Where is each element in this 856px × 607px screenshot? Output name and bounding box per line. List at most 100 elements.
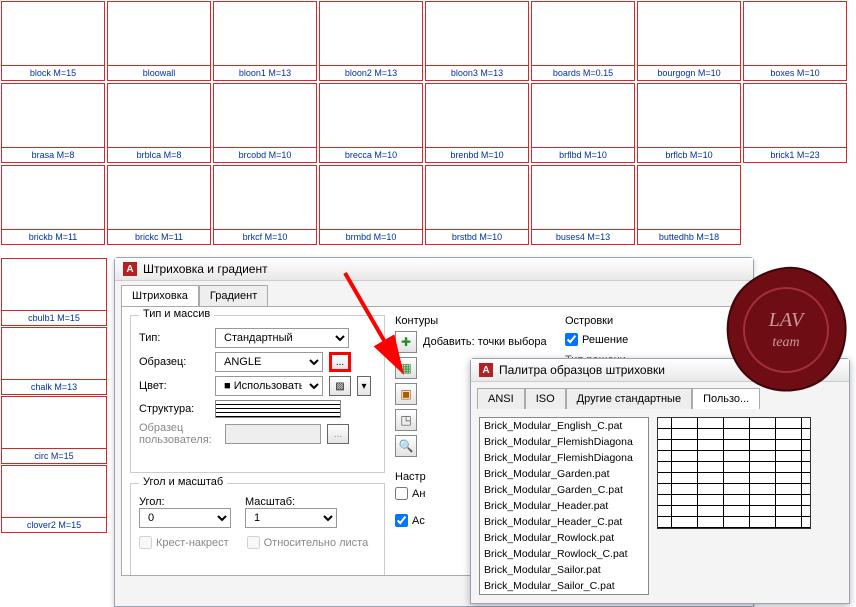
swatch-label: block M=15 [30, 66, 76, 80]
pattern-list-item[interactable]: Brick_Modular_Screen.pat [480, 594, 648, 595]
pattern-swatch[interactable]: brick1 M=23 [743, 83, 847, 163]
pattern-swatch[interactable]: cbulb1 M=15 [1, 258, 107, 326]
swatch-label: brflbd M=10 [559, 148, 607, 162]
add-points-label: Добавить: точки выбора [423, 336, 547, 348]
swatch-label: buttedhb M=18 [659, 230, 719, 244]
userpat-label: Образец пользователя: [139, 422, 219, 446]
group-type-title: Тип и массив [139, 308, 214, 320]
pattern-swatch[interactable]: clover2 M=15 [1, 465, 107, 533]
pattern-list-item[interactable]: Brick_Modular_FlemishDiagona [480, 434, 648, 450]
pattern-list-item[interactable]: Brick_Modular_Header_C.pat [480, 514, 648, 530]
pattern-list-item[interactable]: Brick_Modular_FlemishDiagona [480, 450, 648, 466]
pattern-list-item[interactable]: Brick_Modular_Sailor.pat [480, 562, 648, 578]
pattern-list-item[interactable]: Brick_Modular_Garden.pat [480, 466, 648, 482]
pattern-list-item[interactable]: Brick_Modular_Sailor_C.pat [480, 578, 648, 594]
pattern-swatch[interactable]: brecca M=10 [319, 83, 423, 163]
remove-button[interactable]: ▣ [395, 383, 417, 405]
recreate-button[interactable]: ◳ [395, 409, 417, 431]
palette-tab-ansi[interactable]: ANSI [477, 388, 525, 409]
pattern-preview [657, 417, 811, 529]
swatch-label: brasa M=8 [32, 148, 75, 162]
pattern-swatch[interactable]: circ M=15 [1, 396, 107, 464]
add-objects-button[interactable]: ▦ [395, 357, 417, 379]
swatch-label: brkcf M=10 [243, 230, 288, 244]
angle-label: Угол: [139, 496, 239, 508]
pattern-swatch[interactable]: bloowall [107, 1, 211, 81]
swatch-label: brcobd M=10 [239, 148, 292, 162]
pattern-select[interactable]: ANGLE [215, 352, 323, 372]
pattern-list-item[interactable]: Brick_Modular_Header.pat [480, 498, 648, 514]
color-dropdown-button[interactable]: ▾ [357, 376, 371, 396]
swatch-label: circ M=15 [34, 449, 73, 463]
palette-tab-iso[interactable]: ISO [525, 388, 566, 409]
type-select[interactable]: Стандартный [215, 328, 349, 348]
pattern-swatch[interactable]: brmbd M=10 [319, 165, 423, 245]
group-angle-title: Угол и масштаб [139, 476, 227, 488]
pattern-swatch[interactable]: buttedhb M=18 [637, 165, 741, 245]
color-swatch-button[interactable]: ▨ [329, 376, 351, 396]
swatch-label: bourgogn M=10 [657, 66, 720, 80]
swatch-label: brick1 M=23 [770, 148, 819, 162]
pattern-swatch[interactable]: bloon2 M=13 [319, 1, 423, 81]
pattern-list-item[interactable]: Brick_Modular_Garden_C.pat [480, 482, 648, 498]
pattern-swatch[interactable]: bloon3 M=13 [425, 1, 529, 81]
pattern-swatch[interactable]: brasa M=8 [1, 83, 105, 163]
swatch-label: brblca M=8 [137, 148, 182, 162]
swatch-label: boxes M=10 [770, 66, 819, 80]
swatch-label: brflcb M=10 [665, 148, 712, 162]
swatch-label: bloon2 M=13 [345, 66, 397, 80]
pattern-list-item[interactable]: Brick_Modular_Rowlock.pat [480, 530, 648, 546]
color-label: Цвет: [139, 380, 209, 392]
pattern-swatch[interactable]: brstbd M=10 [425, 165, 529, 245]
view-button[interactable]: 🔍 [395, 435, 417, 457]
pattern-swatch[interactable]: brenbd M=10 [425, 83, 529, 163]
swatch-label: cbulb1 M=15 [28, 311, 80, 325]
swatch-label: boards M=0.15 [553, 66, 613, 80]
pattern-swatch[interactable]: block M=15 [1, 1, 105, 81]
pattern-swatch[interactable]: brcobd M=10 [213, 83, 317, 163]
relsheet-checkbox[interactable]: Относительно листа [247, 536, 369, 549]
pattern-swatch[interactable]: buses4 M=13 [531, 165, 635, 245]
color-select[interactable]: ■ Использовать теку [215, 376, 323, 396]
swatch-label: brickc M=11 [135, 230, 183, 244]
app-icon: A [123, 262, 137, 276]
wax-seal-icon: LAV team [716, 260, 856, 400]
swatch-label: brstbd M=10 [452, 230, 502, 244]
pattern-swatch[interactable]: bourgogn M=10 [637, 1, 741, 81]
pattern-swatch[interactable]: bloon1 M=13 [213, 1, 317, 81]
svg-text:team: team [772, 335, 799, 350]
pattern-label: Образец: [139, 356, 209, 368]
pattern-swatch[interactable]: brkcf M=10 [213, 165, 317, 245]
swatch-label: clover2 M=15 [27, 518, 81, 532]
pattern-swatch[interactable]: brflbd M=10 [531, 83, 635, 163]
tab-gradient[interactable]: Градиент [199, 285, 268, 306]
scale-select[interactable]: 1 [245, 508, 337, 528]
swatch-label: chalk M=13 [31, 380, 77, 394]
type-label: Тип: [139, 332, 209, 344]
structure-preview[interactable] [215, 400, 341, 418]
angle-select[interactable]: 0 [139, 508, 231, 528]
pattern-swatch[interactable]: boards M=0.15 [531, 1, 635, 81]
palette-tab-std[interactable]: Другие стандартные [566, 388, 692, 409]
swatch-label: buses4 M=13 [556, 230, 610, 244]
pattern-list[interactable]: Brick_Modular_English_C.patBrick_Modular… [479, 417, 649, 595]
pattern-swatch[interactable]: boxes M=10 [743, 1, 847, 81]
tab-hatch[interactable]: Штриховка [121, 285, 199, 306]
scale-label: Масштаб: [245, 496, 345, 508]
solution-checkbox[interactable]: Решение [565, 333, 735, 346]
pattern-swatch[interactable]: brickc M=11 [107, 165, 211, 245]
swatch-label: brenbd M=10 [450, 148, 503, 162]
pattern-browse-button[interactable]: ... [329, 352, 351, 372]
pattern-list-item[interactable]: Brick_Modular_English_C.pat [480, 418, 648, 434]
add-points-button[interactable]: ✚ [395, 331, 417, 353]
pattern-list-item[interactable]: Brick_Modular_Rowlock_C.pat [480, 546, 648, 562]
swatch-label: brickb M=11 [29, 230, 78, 244]
swatch-label: bloowall [143, 66, 176, 80]
palette-title: Палитра образцов штриховки [499, 363, 665, 377]
pattern-swatch[interactable]: chalk M=13 [1, 327, 107, 395]
pattern-swatch[interactable]: brickb M=11 [1, 165, 105, 245]
cross-checkbox[interactable]: Крест-накрест [139, 536, 229, 549]
userpat-browse-button[interactable]: ... [327, 424, 349, 444]
pattern-swatch[interactable]: brflcb M=10 [637, 83, 741, 163]
pattern-swatch[interactable]: brblca M=8 [107, 83, 211, 163]
